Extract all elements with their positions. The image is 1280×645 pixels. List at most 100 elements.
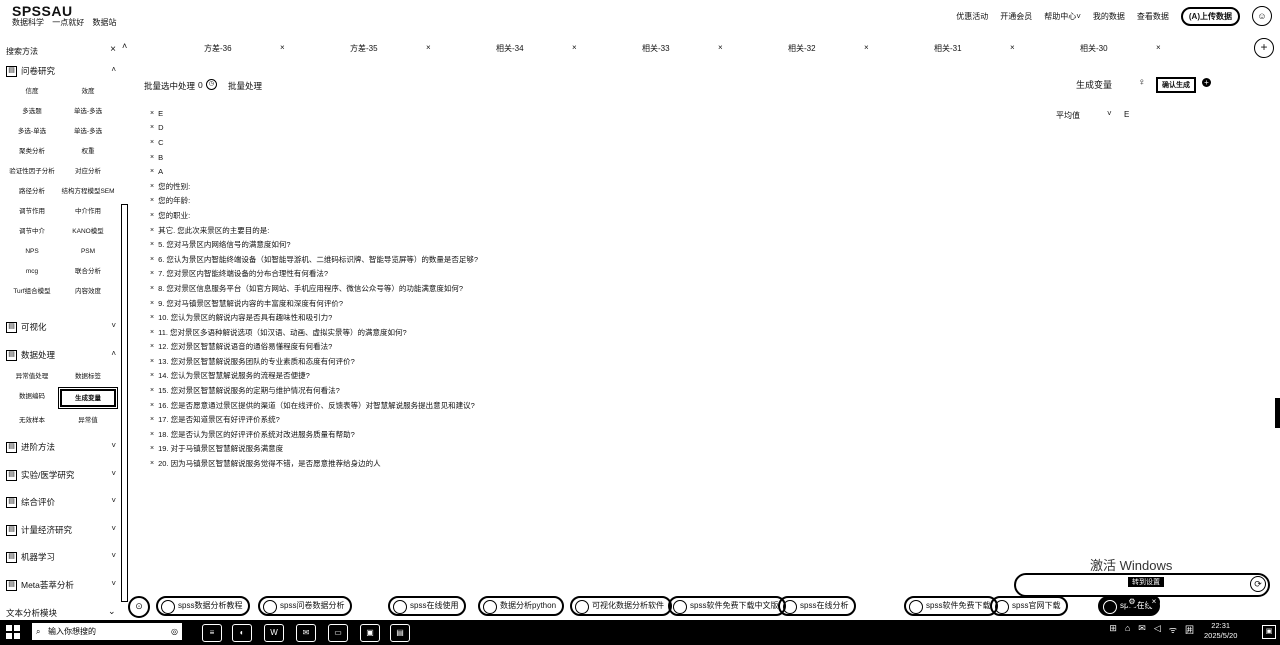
remove-icon[interactable]: ×	[150, 460, 154, 467]
windows-start-icon[interactable]	[6, 625, 20, 639]
section-questionnaire[interactable]: ▤ 问卷研究 ˄	[6, 64, 116, 78]
remove-icon[interactable]: ×	[150, 402, 154, 409]
method-item[interactable]: 内容效度	[60, 284, 116, 298]
method-item[interactable]: 调节中介	[4, 224, 60, 238]
related-link-pill[interactable]: 数据分析python	[478, 596, 565, 616]
method-item[interactable]: 多选-单选	[4, 124, 60, 138]
remove-icon[interactable]: ×	[150, 416, 154, 423]
related-link-pill[interactable]: spss官网下载	[990, 596, 1069, 616]
related-link-pill[interactable]: spss数据分析教程	[156, 596, 251, 616]
method-item[interactable]: 联合分析	[60, 264, 116, 278]
chevron-down-icon[interactable]: ˅	[1107, 109, 1112, 118]
section-advanced[interactable]: ▤ 进阶方法 ˅	[6, 440, 116, 454]
section-evaluation[interactable]: ▤ 综合评价 ˅	[6, 495, 116, 509]
remove-icon[interactable]: ×	[150, 358, 154, 365]
confirm-generate-button[interactable]: 确认生成	[1156, 77, 1196, 93]
tab-item[interactable]: 相关-30 ×	[994, 43, 1161, 55]
batch-process-button[interactable]: 批量处理	[228, 80, 262, 92]
related-link-pill[interactable]: spss在线使用	[388, 596, 467, 616]
remove-icon[interactable]: ×	[150, 300, 154, 307]
remove-icon[interactable]: ×	[150, 168, 154, 175]
remove-icon[interactable]: ×	[150, 197, 154, 204]
remove-icon[interactable]: ×	[150, 183, 154, 190]
plus-icon[interactable]: +	[1202, 78, 1211, 87]
method-item[interactable]: 单选-多选	[60, 124, 116, 138]
method-item[interactable]: 数据编码	[4, 389, 60, 403]
method-item[interactable]: 中介作用	[60, 204, 116, 218]
remove-icon[interactable]: ×	[150, 285, 154, 292]
close-icon[interactable]: ×	[1148, 596, 1160, 608]
method-item[interactable]: mcg	[4, 264, 60, 278]
remove-icon[interactable]: ×	[150, 241, 154, 248]
section-data-processing[interactable]: ▤ 数据处理 ˄	[6, 348, 116, 362]
method-item[interactable]: 路径分析	[4, 184, 60, 198]
clock-icon[interactable]: ◷	[206, 79, 217, 90]
section-econometrics[interactable]: ▤ 计量经济研究 ˅	[6, 523, 116, 537]
related-link-pill[interactable]: spss问卷数据分析	[258, 596, 353, 616]
sidebar-scrollbar[interactable]	[121, 204, 128, 602]
section-meta[interactable]: ▤ Meta荟萃分析 ˅	[6, 578, 116, 592]
close-icon[interactable]: ×	[110, 44, 116, 55]
method-item[interactable]: NPS	[4, 244, 60, 258]
section-visualization[interactable]: ▤ 可视化 ˅	[6, 320, 116, 334]
method-item[interactable]: 信度	[4, 84, 60, 98]
tray-icon[interactable]: ◁	[1154, 623, 1161, 636]
method-item[interactable]: 对应分析	[60, 164, 116, 178]
method-item[interactable]: 结构方程模型SEM	[60, 184, 116, 198]
nav-my-data[interactable]: 我的数据	[1093, 11, 1125, 22]
remove-icon[interactable]: ×	[150, 445, 154, 452]
tray-icon[interactable]: ᯤ	[1169, 623, 1177, 636]
method-item[interactable]: PSM	[60, 244, 116, 258]
nav-view-data[interactable]: 查看数据	[1137, 11, 1169, 22]
method-item[interactable]: 单选-多选	[60, 104, 116, 118]
remove-icon[interactable]: ×	[150, 110, 154, 117]
nav-promo[interactable]: 优惠活动	[956, 11, 988, 22]
taskbar-search[interactable]: ⌕ 输入你想搜的 ◎	[32, 623, 182, 640]
add-tab-icon[interactable]: +	[1254, 38, 1274, 58]
search-icon[interactable]: ⊙	[128, 596, 150, 618]
page-scrollbar[interactable]	[1275, 398, 1280, 428]
close-icon[interactable]: ×	[1156, 43, 1161, 52]
method-search[interactable]: 搜索方法 ×	[6, 44, 116, 58]
tab-item[interactable]: 相关-33 ×	[556, 43, 723, 55]
method-item[interactable]: 异常值	[60, 413, 116, 427]
taskbar-clock[interactable]: 22:31 2025/5/20	[1204, 621, 1237, 641]
settings-icon[interactable]: ⚙	[1126, 596, 1138, 608]
section-text-analysis[interactable]: 文本分析模块	[6, 607, 57, 619]
related-link-pill[interactable]: spss软件免费下载	[904, 596, 999, 616]
tray-icon[interactable]: 囲	[1185, 623, 1194, 636]
remove-icon[interactable]: ×	[150, 372, 154, 379]
taskbar-app-icon[interactable]: ▭	[328, 624, 348, 642]
tray-icon[interactable]: ⊞	[1109, 623, 1117, 636]
method-item[interactable]: 调节作用	[4, 204, 60, 218]
section-experiment[interactable]: ▤ 实验/医学研究 ˅	[6, 468, 116, 482]
related-link-pill[interactable]: spss在线分析	[778, 596, 857, 616]
tab-item[interactable]: 相关-32 ×	[702, 43, 869, 55]
tab-item[interactable]: 方差-36 ×	[118, 43, 285, 55]
remove-icon[interactable]: ×	[150, 329, 154, 336]
tab-item[interactable]: 相关-31 ×	[848, 43, 1015, 55]
chevron-down-icon[interactable]: ⌄	[108, 606, 116, 617]
remove-icon[interactable]: ×	[150, 270, 154, 277]
remove-icon[interactable]: ×	[150, 154, 154, 161]
remove-icon[interactable]: ×	[150, 139, 154, 146]
upload-data-button[interactable]: (A)上传数据	[1180, 6, 1240, 26]
tab-item[interactable]: 方差-35 ×	[264, 43, 431, 55]
remove-icon[interactable]: ×	[150, 343, 154, 350]
refresh-icon[interactable]: ⟳	[1250, 576, 1266, 592]
method-item[interactable]: 多选题	[4, 104, 60, 118]
method-item[interactable]: 效度	[60, 84, 116, 98]
taskbar-app-icon[interactable]: ▣	[360, 624, 380, 642]
related-link-pill[interactable]: 可视化数据分析软件	[570, 596, 672, 616]
tab-item[interactable]: 相关-34 ×	[410, 43, 577, 55]
method-item[interactable]: 异常值处理	[4, 369, 60, 383]
remove-icon[interactable]: ×	[150, 431, 154, 438]
method-item[interactable]: KANO模型	[60, 224, 116, 238]
remove-icon[interactable]: ×	[150, 124, 154, 131]
taskbar-app-icon[interactable]: ◐	[232, 624, 252, 642]
nav-membership[interactable]: 开通会员	[1000, 11, 1032, 22]
method-item[interactable]: 聚类分析	[4, 144, 60, 158]
remove-icon[interactable]: ×	[150, 256, 154, 263]
aggregate-select[interactable]: 平均值	[1056, 110, 1080, 121]
taskbar-app-icon[interactable]: ▤	[390, 624, 410, 642]
